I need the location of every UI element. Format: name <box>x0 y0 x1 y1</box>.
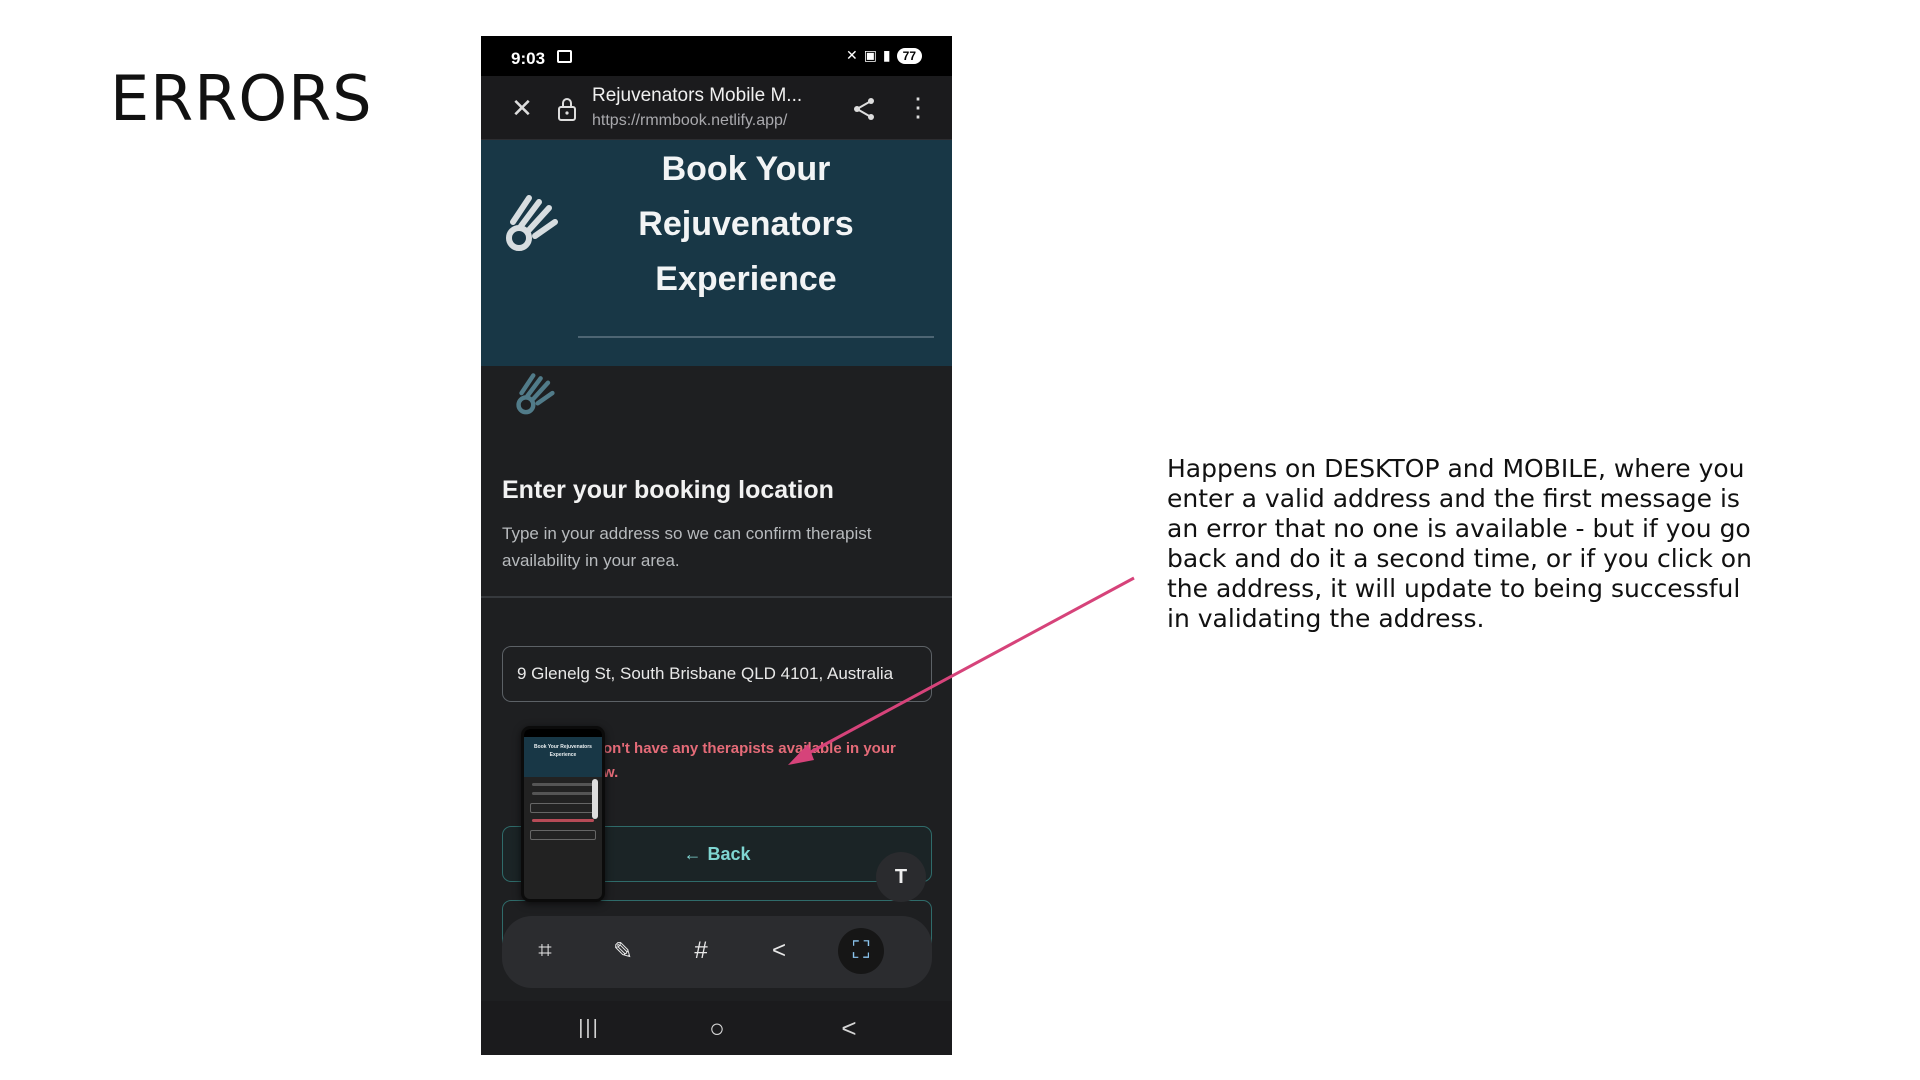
more-options-icon[interactable]: ⋮ <box>905 94 931 124</box>
rejuvenators-logo <box>506 195 558 251</box>
thumbnail-status-bar <box>524 729 602 737</box>
recents-icon[interactable]: ||| <box>569 1011 609 1045</box>
error-message: on't have any therapists available in yo… <box>603 740 896 757</box>
home-icon[interactable]: ○ <box>697 1011 737 1045</box>
annotation-note: Happens on DESKTOP and MOBILE, where you… <box>1167 454 1752 633</box>
mute-icon: ✕ <box>845 47 858 63</box>
hero-banner: Book Your Rejuvenators Experience <box>481 140 952 366</box>
browser-bar: ✕ Rejuvenators Mobile M... https://rmmbo… <box>481 76 952 140</box>
signal-icon: ▮ <box>882 47 891 63</box>
lock-icon <box>558 98 576 121</box>
section-divider <box>481 596 952 598</box>
status-time: 9:03 <box>511 49 546 68</box>
close-icon[interactable]: ✕ <box>507 94 537 124</box>
hero-title-line: Rejuvenators <box>638 205 854 243</box>
location-heading: Enter your booking location <box>502 476 834 504</box>
hero-title-line: Experience <box>655 260 837 298</box>
thumbnail-text-line <box>532 783 594 786</box>
thumbnail-scroll-handle[interactable] <box>592 779 598 819</box>
hashtag-icon[interactable]: # <box>678 928 724 974</box>
battery-indicator: 77 <box>896 47 922 64</box>
address-input[interactable] <box>502 646 932 702</box>
screenshot-thumbnail[interactable]: Book Your Rejuvenators Experience <box>521 726 605 902</box>
thumbnail-text-line <box>532 792 594 795</box>
network-icon: ▣ <box>863 47 877 63</box>
share-icon[interactable]: < <box>756 928 802 974</box>
browser-url[interactable]: https://rmmbook.netlify.app/ <box>592 112 787 130</box>
screenshot-toolbar: ⌗ ✎ # < ⛶ <box>502 916 932 988</box>
smart-select-icon[interactable]: ⌗ <box>522 928 568 974</box>
hero-divider <box>578 336 934 338</box>
status-right-icons: ✕ ▣ ▮ 77 <box>846 47 922 64</box>
browser-page-title: Rejuvenators Mobile M... <box>592 85 803 106</box>
android-nav-bar: ||| ○ < <box>481 1001 952 1055</box>
draw-icon[interactable]: ✎ <box>600 928 646 974</box>
slide-title: ERRORS <box>110 62 373 135</box>
thumbnail-button <box>530 830 596 840</box>
expand-capture-icon[interactable]: ⛶ <box>838 928 884 974</box>
text-extract-icon[interactable]: T <box>876 852 926 902</box>
thumbnail-hero: Book Your Rejuvenators Experience <box>524 737 602 777</box>
back-button-label: Back <box>707 843 751 864</box>
thumbnail-error-line <box>532 819 594 822</box>
back-arrow-icon: ← <box>683 843 702 864</box>
status-bar: 9:03 ✕ ▣ ▮ 77 <box>481 36 952 76</box>
share-icon[interactable] <box>849 94 879 124</box>
error-message-continued: w. <box>603 764 619 781</box>
thumbnail-input <box>530 803 596 813</box>
location-description: Type in your address so we can confirm t… <box>502 524 872 570</box>
rejuvenators-logo-small <box>516 373 555 415</box>
hero-title: Book Your Rejuvenators Experience <box>586 142 906 307</box>
screen-record-icon <box>557 50 572 63</box>
hero-title-line: Book Your <box>661 150 831 188</box>
phone-screenshot: 9:03 ✕ ▣ ▮ 77 ✕ Rejuvenators Mobile M...… <box>481 36 952 1055</box>
nav-back-icon[interactable]: < <box>829 1011 869 1045</box>
